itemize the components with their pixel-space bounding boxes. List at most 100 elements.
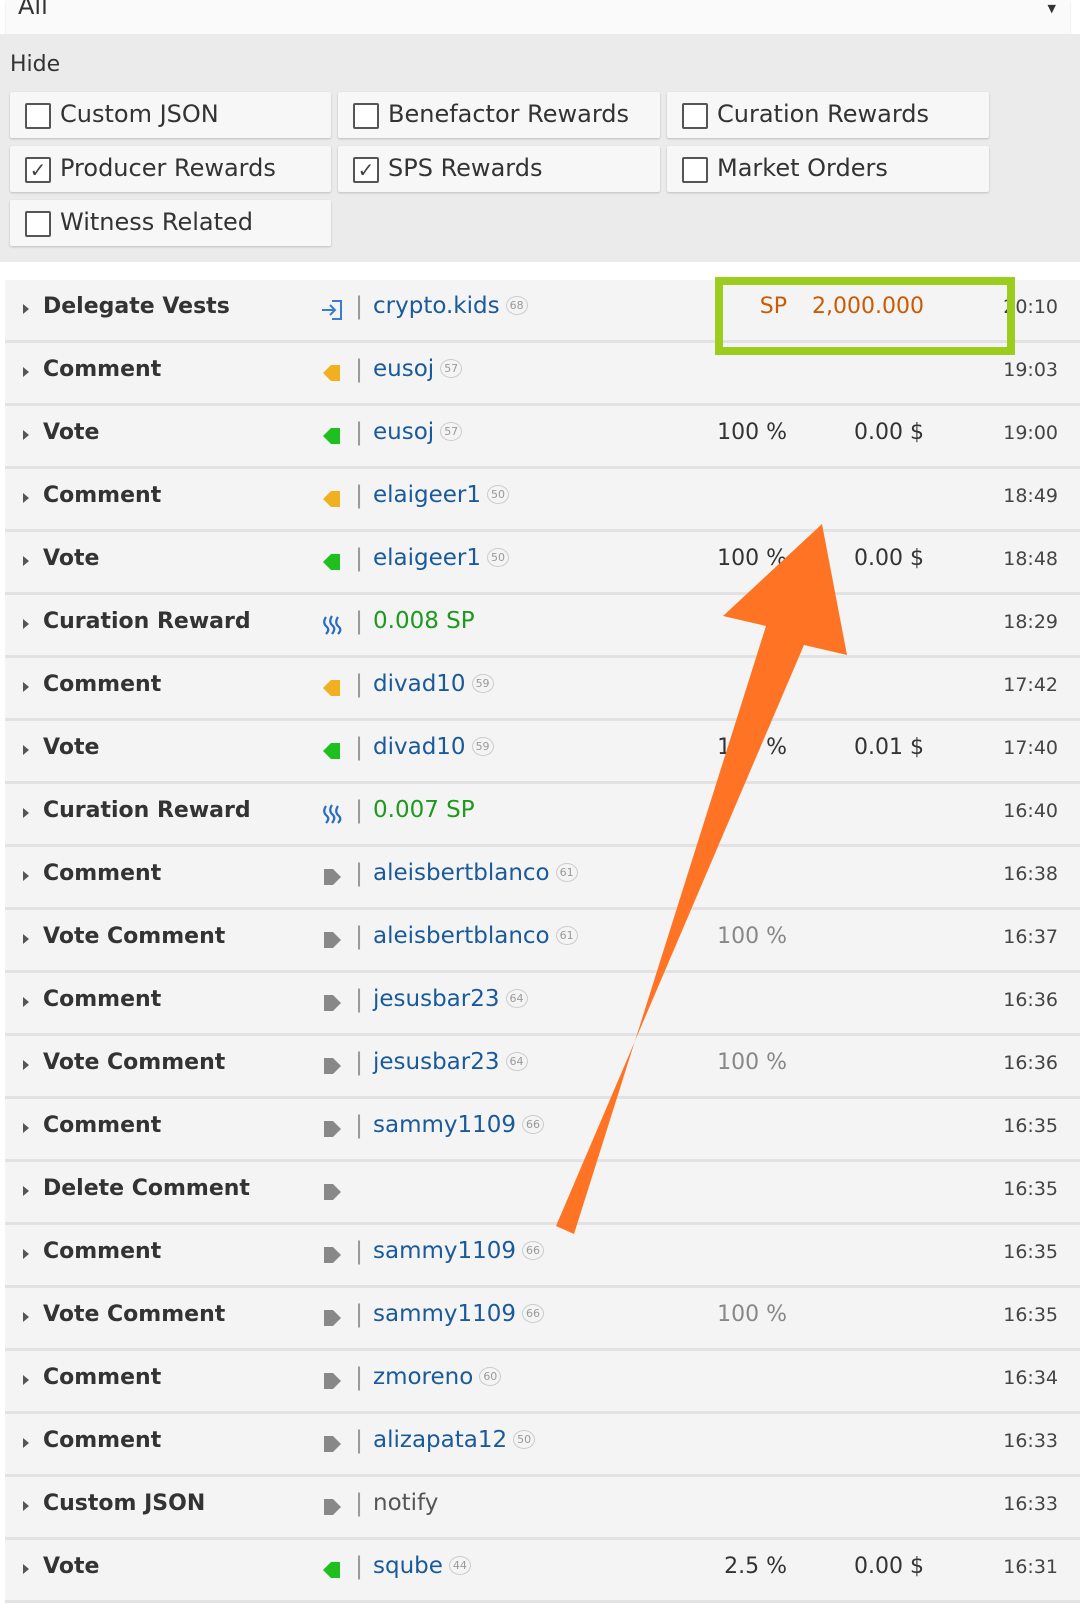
expand-triangle-icon[interactable] — [23, 1123, 29, 1133]
operation-target[interactable]: eusoj — [373, 356, 434, 382]
expand-triangle-icon[interactable] — [23, 430, 29, 440]
operation-target[interactable]: elaigeer1 — [373, 545, 481, 571]
expand-triangle-icon[interactable] — [23, 745, 29, 755]
expand-triangle-icon[interactable] — [23, 619, 29, 629]
operation-target[interactable]: sammy1109 — [373, 1112, 516, 1138]
operation-row[interactable]: Comment | aleisbertblanco 61 16:38 — [5, 847, 1080, 910]
expand-triangle-icon[interactable] — [23, 367, 29, 377]
hide-option-sps-rewards[interactable]: ✓ SPS Rewards — [338, 146, 660, 192]
play-grey-icon — [320, 991, 344, 1015]
account-link[interactable]: eusoj 57 — [373, 356, 463, 382]
type-filter-select[interactable]: All ▼ — [6, 0, 1070, 36]
hide-option-market-orders[interactable]: Market Orders — [667, 146, 989, 192]
vote-weight: SP — [759, 294, 787, 319]
account-link[interactable]: jesusbar23 64 — [373, 986, 528, 1012]
account-link[interactable]: sammy1109 66 — [373, 1112, 545, 1138]
operation-row[interactable]: Vote | sqube 44 2.5 % 0.00 $ 16:31 — [5, 1540, 1080, 1603]
expand-triangle-icon[interactable] — [23, 1060, 29, 1070]
expand-triangle-icon[interactable] — [23, 1249, 29, 1259]
checkbox-checked[interactable]: ✓ — [353, 157, 379, 183]
checkbox-checked[interactable]: ✓ — [25, 157, 51, 183]
operation-row[interactable]: Delegate Vests | crypto.kids 68 SP 2,000.000 2… — [5, 280, 1080, 343]
hide-option-witness-related[interactable]: Witness Related — [10, 200, 331, 246]
expand-triangle-icon[interactable] — [23, 1312, 29, 1322]
hide-option-curation-rewards[interactable]: Curation Rewards — [667, 92, 989, 138]
account-link[interactable]: aleisbertblanco 61 — [373, 860, 578, 886]
operation-row[interactable]: Vote Comment | aleisbertblanco 61 100 % 16:37 — [5, 910, 1080, 973]
checkbox-unchecked[interactable] — [353, 103, 379, 129]
operation-type: Custom JSON — [43, 1491, 206, 1516]
expand-triangle-icon[interactable] — [23, 493, 29, 503]
operation-row[interactable]: Curation Reward | 0.007 SP 16:40 — [5, 784, 1080, 847]
expand-triangle-icon[interactable] — [23, 304, 29, 314]
expand-triangle-icon[interactable] — [23, 1375, 29, 1385]
account-link[interactable]: sqube 44 — [373, 1553, 471, 1579]
account-link[interactable]: sammy1109 66 — [373, 1301, 545, 1327]
account-link[interactable]: alizapata12 50 — [373, 1427, 536, 1453]
expand-triangle-icon[interactable] — [23, 556, 29, 566]
operation-row[interactable]: Comment | zmoreno 60 16:34 — [5, 1351, 1080, 1414]
operation-row[interactable]: Comment | divad10 59 17:42 — [5, 658, 1080, 721]
expand-triangle-icon[interactable] — [23, 871, 29, 881]
account-link[interactable]: sammy1109 66 — [373, 1238, 545, 1264]
account-link[interactable]: zmoreno 60 — [373, 1364, 502, 1390]
operation-target[interactable]: divad10 — [373, 671, 466, 697]
operation-target[interactable]: divad10 — [373, 734, 466, 760]
steem-icon — [320, 802, 344, 826]
play-grey-icon — [320, 1243, 344, 1267]
operation-row[interactable]: Comment | elaigeer1 50 18:49 — [5, 469, 1080, 532]
operation-row[interactable]: Curation Reward | 0.008 SP 18:29 — [5, 595, 1080, 658]
expand-triangle-icon[interactable] — [23, 934, 29, 944]
operation-row[interactable]: Comment | eusoj 57 19:03 — [5, 343, 1080, 406]
account-link[interactable]: elaigeer1 50 — [373, 482, 510, 508]
operation-row[interactable]: Comment | jesusbar23 64 16:36 — [5, 973, 1080, 1036]
expand-triangle-icon[interactable] — [23, 997, 29, 1007]
expand-triangle-icon[interactable] — [23, 1501, 29, 1511]
operation-row[interactable]: Comment | sammy1109 66 16:35 — [5, 1099, 1080, 1162]
expand-triangle-icon[interactable] — [23, 1186, 29, 1196]
operation-row[interactable]: Comment | alizapata12 50 16:33 — [5, 1414, 1080, 1477]
operation-amount: 2,000.000 — [812, 294, 924, 319]
operation-row[interactable]: Delete Comment 16:35 — [5, 1162, 1080, 1225]
account-link[interactable]: eusoj 57 — [373, 419, 463, 445]
operation-target[interactable]: sqube — [373, 1553, 443, 1579]
operation-target[interactable]: elaigeer1 — [373, 482, 481, 508]
hide-option-benefactor-rewards[interactable]: Benefactor Rewards — [338, 92, 660, 138]
hide-option-custom-json[interactable]: Custom JSON — [10, 92, 331, 138]
operation-row[interactable]: Vote | eusoj 57 100 % 0.00 $ 19:00 — [5, 406, 1080, 469]
expand-triangle-icon[interactable] — [23, 1564, 29, 1574]
operation-row[interactable]: Vote | divad10 59 100 % 0.01 $ 17:40 — [5, 721, 1080, 784]
operation-row[interactable]: Vote | elaigeer1 50 100 % 0.00 $ 18:48 — [5, 532, 1080, 595]
account-link[interactable]: crypto.kids 68 — [373, 293, 528, 319]
account-link[interactable]: divad10 59 — [373, 734, 494, 760]
operation-target[interactable]: jesusbar23 — [373, 986, 500, 1012]
operation-row[interactable]: Vote Comment | sammy1109 66 100 % 16:35 — [5, 1288, 1080, 1351]
operation-target[interactable]: eusoj — [373, 419, 434, 445]
operation-target[interactable]: aleisbertblanco — [373, 860, 550, 886]
operation-target[interactable]: zmoreno — [373, 1364, 473, 1390]
operation-row[interactable]: Comment | sammy1109 66 16:35 — [5, 1225, 1080, 1288]
hide-option-producer-rewards[interactable]: ✓ Producer Rewards — [10, 146, 331, 192]
expand-triangle-icon[interactable] — [23, 682, 29, 692]
expand-triangle-icon[interactable] — [23, 808, 29, 818]
operation-target[interactable]: alizapata12 — [373, 1427, 507, 1453]
operation-target[interactable]: crypto.kids — [373, 293, 500, 319]
operation-target[interactable]: aleisbertblanco — [373, 923, 550, 949]
separator: | — [355, 1489, 364, 1517]
separator: | — [355, 1111, 364, 1139]
account-link[interactable]: jesusbar23 64 — [373, 1049, 528, 1075]
operation-row[interactable]: Vote Comment | jesusbar23 64 100 % 16:36 — [5, 1036, 1080, 1099]
checkbox-unchecked[interactable] — [25, 103, 51, 129]
operation-target[interactable]: jesusbar23 — [373, 1049, 500, 1075]
checkbox-unchecked[interactable] — [682, 103, 708, 129]
account-link[interactable]: divad10 59 — [373, 671, 494, 697]
account-link[interactable]: elaigeer1 50 — [373, 545, 510, 571]
operation-row[interactable]: Custom JSON | notify 16:33 — [5, 1477, 1080, 1540]
checkbox-unchecked[interactable] — [25, 211, 51, 237]
hide-filter-panel: Hide Custom JSON Benefactor Rewards Curati… — [0, 34, 1080, 262]
operation-target[interactable]: sammy1109 — [373, 1238, 516, 1264]
expand-triangle-icon[interactable] — [23, 1438, 29, 1448]
checkbox-unchecked[interactable] — [682, 157, 708, 183]
account-link[interactable]: aleisbertblanco 61 — [373, 923, 578, 949]
operation-target[interactable]: sammy1109 — [373, 1301, 516, 1327]
